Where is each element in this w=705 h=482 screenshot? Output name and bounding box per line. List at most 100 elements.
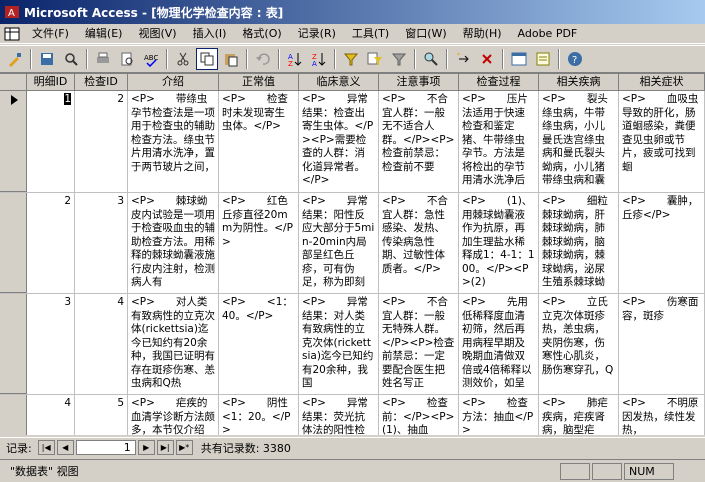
print-preview-icon[interactable]	[116, 48, 138, 70]
spell-check-icon[interactable]: ABC	[140, 48, 162, 70]
menu-adobe-pdf[interactable]: Adobe PDF	[510, 25, 586, 43]
cell-detail-id[interactable]: 4	[27, 395, 75, 435]
find-icon[interactable]	[420, 48, 442, 70]
row-selector[interactable]	[0, 193, 27, 293]
access-key-icon[interactable]: A	[4, 4, 20, 20]
total-records: 共有记录数: 3380	[200, 441, 291, 455]
paste-icon[interactable]	[220, 48, 242, 70]
menu-edit[interactable]: 编辑(E)	[77, 25, 131, 43]
menu-tools[interactable]: 工具(T)	[344, 25, 397, 43]
title-bar: A Microsoft Access - [物理化学检查内容 : 表]	[0, 0, 705, 24]
cell-clinical[interactable]: <P> 异常结果：检查出寄生虫体。</P><P>需要检查的人群：消化道异常者。<…	[299, 91, 379, 192]
cell-symptom[interactable]: <P> 血吸虫导致的肝化，肠道蛔感染，粪便查见虫卵或节片，疲或可找到蛔	[619, 91, 705, 192]
cell-normal-value[interactable]: <P> 阴性<1：20。</P>	[219, 395, 299, 435]
menu-window[interactable]: 窗口(W)	[397, 25, 454, 43]
help-icon[interactable]: ?	[564, 48, 586, 70]
filter-by-selection-icon[interactable]	[340, 48, 362, 70]
cell-disease[interactable]: <P> 裂头绦虫病，牛带绦虫病，小儿曼氏迭宫绦虫病和曼氏裂头蚴病，小儿猪带绦虫病…	[539, 91, 619, 192]
previous-record-button[interactable]: ◀	[56, 440, 74, 455]
cell-notes[interactable]: <P> 不合宜人群：一般无特殊人群。</P><P>检查前禁忌：一定要配合医生把姓…	[379, 294, 459, 394]
cell-detail-id[interactable]: 3	[27, 294, 75, 394]
menu-file[interactable]: 文件(F)	[24, 25, 77, 43]
cell-process[interactable]: <P> (1)、用棘球蚴囊液作为抗原，再加生理盐水稀释成1：4-1：100。</…	[459, 193, 539, 293]
cell-symptom[interactable]: <P> 不明原因发热，续性发热，	[619, 395, 705, 435]
view-design-icon[interactable]	[4, 48, 26, 70]
cell-clinical[interactable]: <P> 异常结果：阳性反应大部分于5min-20min内局部呈红色丘疹，可有伪足…	[299, 193, 379, 293]
next-record-button[interactable]: ▶	[137, 440, 155, 455]
table-icon[interactable]	[0, 27, 24, 41]
row-selector[interactable]	[0, 395, 27, 435]
record-number-input[interactable]: 1	[75, 440, 136, 455]
col-header-detail-id[interactable]: 明细ID	[27, 74, 75, 91]
print-icon[interactable]	[92, 48, 114, 70]
cell-detail-id[interactable]: 1	[27, 91, 75, 192]
new-record-button[interactable]: ▶*	[175, 440, 193, 455]
table-row[interactable]: 1 2 <P> 带绦虫孕节检查法是一项用于检查虫的辅助检查方法。绦虫节片用清水洗…	[0, 91, 705, 193]
menu-view[interactable]: 视图(V)	[130, 25, 184, 43]
col-header-clinical-significance[interactable]: 临床意义	[299, 74, 379, 91]
cell-disease[interactable]: <P> 立氏立克次体斑疹热，恙虫病，夹阴伤寒，伤寒性心肌炎，肠伤寒穿孔，Q	[539, 294, 619, 394]
table-row[interactable]: 3 4 <P> 对人类有致病性的立克次体(rickettsia)迄今已知约有20…	[0, 294, 705, 395]
cell-normal-value[interactable]: <P> 检查时未发现寄生虫体。</P>	[219, 91, 299, 192]
menu-insert[interactable]: 插入(I)	[185, 25, 235, 43]
cell-clinical[interactable]: <P> 异常结果：对人类有致病性的立克次体(rickettsia)迄今已知约有2…	[299, 294, 379, 394]
cell-process[interactable]: <P> 压片法适用于快速检查和鉴定猪、牛带绦虫孕节。方法是将检出的孕节用清水洗净…	[459, 91, 539, 192]
cell-intro[interactable]: <P> 疟疾的血清学诊断方法颇多，本节仅介绍	[128, 395, 219, 435]
row-selector[interactable]	[0, 91, 27, 192]
cell-disease[interactable]: <P> 肺疟疾病，疟疾肾病，脑型疟	[539, 395, 619, 435]
col-header-check-id[interactable]: 检查ID	[75, 74, 128, 91]
first-record-button[interactable]: |◀	[37, 440, 55, 455]
cell-process[interactable]: <P> 先用低稀释度血清初筛，然后再用病程早期及晚期血清做双倍或4倍稀释以测效价…	[459, 294, 539, 394]
col-header-notes[interactable]: 注意事项	[379, 74, 459, 91]
delete-record-icon[interactable]	[476, 48, 498, 70]
sort-ascending-icon[interactable]: AZ	[284, 48, 306, 70]
cell-intro[interactable]: <P> 带绦虫孕节检查法是一项用于检查虫的辅助检查方法。绦虫节片用清水洗净，置于…	[128, 91, 219, 192]
status-panel	[560, 462, 590, 480]
cell-notes[interactable]: <P> 不合宜人群：急性感染、发热、传染病急性期、过敏性体质者。</P>	[379, 193, 459, 293]
col-header-related-symptom[interactable]: 相关症状	[619, 74, 705, 91]
menu-format[interactable]: 格式(O)	[234, 25, 289, 43]
col-header-intro[interactable]: 介绍	[128, 74, 219, 91]
table-row[interactable]: 2 3 <P> 棘球蚴皮内试验是一项用于检查吸血虫的辅助检查方法。用稀释的棘球蚴…	[0, 193, 705, 294]
svg-text:Z: Z	[288, 60, 293, 67]
undo-icon[interactable]	[252, 48, 274, 70]
cell-intro[interactable]: <P> 棘球蚴皮内试验是一项用于检查吸血虫的辅助检查方法。用稀释的棘球蚴囊液施行…	[128, 193, 219, 293]
col-header-normal-value[interactable]: 正常值	[219, 74, 299, 91]
select-all-corner[interactable]	[0, 74, 27, 91]
new-object-icon[interactable]	[532, 48, 554, 70]
cell-check-id[interactable]: 3	[75, 193, 128, 293]
col-header-process[interactable]: 检查过程	[459, 74, 539, 91]
cell-process[interactable]: <P> 检查方法：抽血</P>	[459, 395, 539, 435]
sort-descending-icon[interactable]: ZA	[308, 48, 330, 70]
menu-records[interactable]: 记录(R)	[290, 25, 344, 43]
cell-disease[interactable]: <P> 细粒棘球蚴病，肝棘球蚴病，肺棘球蚴病，脑棘球蚴病，棘球蚴病，泌尿生殖系棘…	[539, 193, 619, 293]
cell-clinical[interactable]: <P> 异常结果：荧光抗体法的阳性检	[299, 395, 379, 435]
copy-icon[interactable]	[196, 48, 218, 70]
datasheet-grid[interactable]: 明细ID 检查ID 介绍 正常值 临床意义 注意事项 检查过程 相关疾病 相关症…	[0, 73, 705, 435]
cut-icon[interactable]	[172, 48, 194, 70]
toolbar-separator	[502, 49, 504, 69]
database-window-icon[interactable]	[508, 48, 530, 70]
cell-check-id[interactable]: 5	[75, 395, 128, 435]
filter-by-form-icon[interactable]	[364, 48, 386, 70]
cell-symptom[interactable]: <P> 伤寒面容，斑疹	[619, 294, 705, 394]
cell-value: 1	[64, 93, 71, 105]
save-icon[interactable]	[36, 48, 58, 70]
search-icon[interactable]	[60, 48, 82, 70]
cell-detail-id[interactable]: 2	[27, 193, 75, 293]
row-selector[interactable]	[0, 294, 27, 394]
col-header-related-disease[interactable]: 相关疾病	[539, 74, 619, 91]
cell-normal-value[interactable]: <P> <1：40。</P>	[219, 294, 299, 394]
cell-check-id[interactable]: 2	[75, 91, 128, 192]
cell-notes[interactable]: <P> 不合宜人群：一般无不适合人群。</P><P>检查前禁忌：检查前不要	[379, 91, 459, 192]
cell-notes[interactable]: <P> 检查前：</P><P>(1)、抽血	[379, 395, 459, 435]
new-record-icon[interactable]: *	[452, 48, 474, 70]
apply-filter-icon[interactable]	[388, 48, 410, 70]
cell-symptom[interactable]: <P> 囊肿，丘疹</P>	[619, 193, 705, 293]
menu-help[interactable]: 帮助(H)	[455, 25, 510, 43]
cell-check-id[interactable]: 4	[75, 294, 128, 394]
table-row[interactable]: 4 5 <P> 疟疾的血清学诊断方法颇多，本节仅介绍 <P> 阴性<1：20。<…	[0, 395, 705, 435]
cell-intro[interactable]: <P> 对人类有致病性的立克次体(rickettsia)迄今已知约有20余种，我…	[128, 294, 219, 394]
last-record-button[interactable]: ▶|	[156, 440, 174, 455]
cell-normal-value[interactable]: <P> 红色丘疹直径20mm为阴性。</P>	[219, 193, 299, 293]
